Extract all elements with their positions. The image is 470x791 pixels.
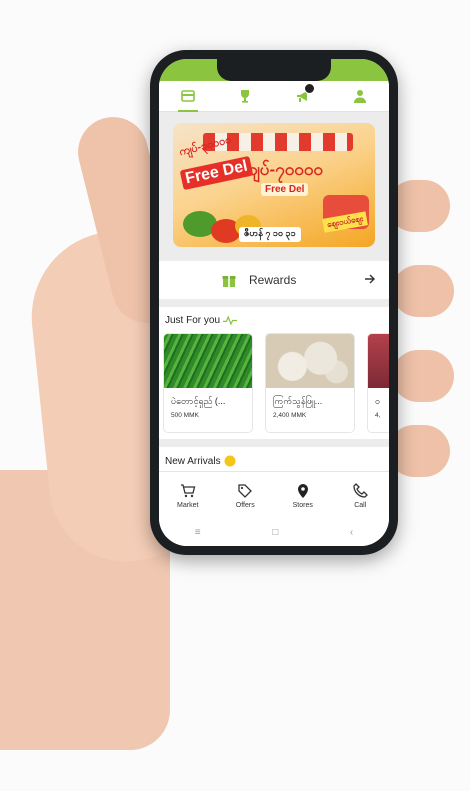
product-card[interactable]: ပဲတောင့်ရှည် (... 500 MMK (163, 333, 253, 433)
notch (217, 59, 331, 81)
rewards-row[interactable]: Rewards (159, 261, 389, 299)
tag-icon (238, 484, 253, 498)
tab-rewards[interactable] (233, 85, 257, 107)
promo-text-large: ကျပ်-၇၀၀၀၀ (241, 160, 323, 179)
nav-label: Stores (292, 502, 313, 509)
product-card[interactable]: ဝ 4, (367, 333, 389, 433)
phone-frame: ကျပ်-၃၀၀၀၀ ကျပ်-၇၀၀၀၀ Free Del Free Del … (150, 50, 398, 555)
back-button[interactable]: ‹ (350, 527, 353, 538)
nav-call[interactable]: Call (336, 472, 384, 520)
section-title: New Arrivals (165, 455, 236, 467)
product-price: 4, (375, 412, 381, 419)
card-icon (180, 90, 195, 102)
just-for-you-title: Just For you (165, 315, 221, 326)
nav-label: Call (354, 502, 367, 509)
tab-notifications[interactable] (291, 83, 315, 107)
promo-banner[interactable]: ကျပ်-၃၀၀၀၀ ကျပ်-၇၀၀၀၀ Free Del Free Del … (173, 123, 375, 247)
product-image (164, 334, 252, 388)
rewards-label: Rewards (249, 273, 297, 287)
phone-icon (353, 483, 369, 498)
tab-wallet[interactable] (176, 85, 200, 112)
product-price: 2,400 MMK (273, 412, 307, 419)
tab-profile[interactable] (348, 85, 372, 107)
just-for-you-section: Just For you ပဲတောင့်ရှည် (... 500 MMK က… (159, 307, 389, 439)
finger (392, 265, 454, 317)
nav-label: Offers (235, 502, 255, 509)
product-card[interactable]: ကြက်သွန်ဖြူ... 2,400 MMK (265, 333, 355, 433)
phone-screen: ကျပ်-၃၀၀၀၀ ကျပ်-၇၀၀၀၀ Free Del Free Del … (159, 59, 389, 546)
person-icon (354, 90, 367, 103)
system-navigation: ≡ □ ‹ (159, 519, 389, 546)
nav-stores[interactable]: Stores (279, 472, 327, 520)
arrow-right-icon (365, 274, 375, 284)
product-image (266, 334, 354, 388)
cart-icon (180, 484, 196, 498)
new-arrivals-title: New Arrivals (165, 455, 221, 467)
nav-offers[interactable]: Offers (221, 472, 269, 520)
notification-badge (303, 83, 315, 94)
finger (392, 350, 454, 402)
nav-market[interactable]: Market (164, 472, 212, 520)
promo-date: ဇီဟန် ၇ ၁၀ ၃၁ (239, 227, 301, 242)
section-title: Just For you (165, 315, 238, 326)
gift-icon (222, 276, 236, 287)
product-name: ကြက်သွန်ဖြူ... (273, 396, 323, 406)
trophy-icon (241, 90, 250, 103)
product-price: 500 MMK (171, 412, 199, 419)
recent-apps-button[interactable]: ≡ (195, 527, 201, 538)
home-button[interactable]: □ (272, 527, 278, 538)
product-name: ဝ (375, 396, 381, 406)
free-delivery-label: Free Del (179, 155, 254, 191)
top-navigation (159, 81, 389, 112)
product-image (368, 334, 389, 388)
bottom-navigation: Market Offers Stores Call (159, 471, 389, 520)
product-name: ပဲတောင့်ရှည် (... (171, 396, 226, 406)
pulse-icon (223, 316, 238, 325)
new-badge-icon (224, 455, 236, 467)
free-delivery-label-2: Free Del (261, 183, 309, 196)
nav-label: Market (177, 502, 199, 509)
location-pin-icon (297, 484, 308, 498)
